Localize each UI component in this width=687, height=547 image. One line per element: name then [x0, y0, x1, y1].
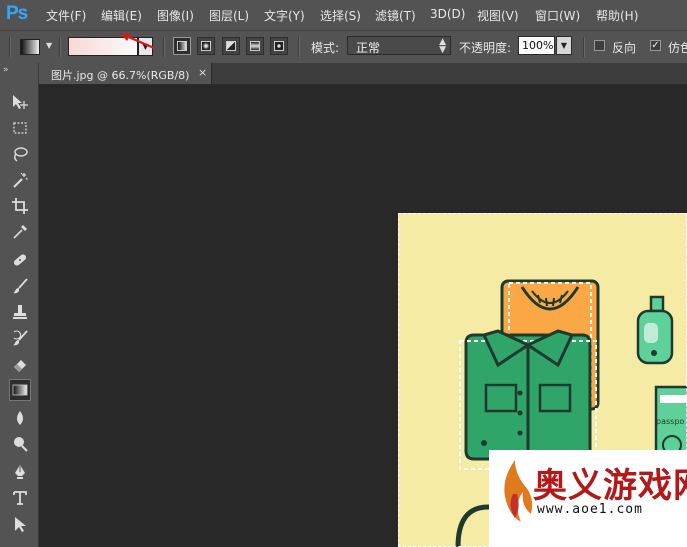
brush-tool[interactable] [9, 275, 31, 297]
menu-layer[interactable]: 图层(L) [209, 7, 249, 24]
reflected-gradient-button[interactable] [246, 37, 264, 55]
flame-logo-icon [504, 460, 533, 522]
watermark-text: 奥义游戏网 [533, 466, 687, 506]
marquee-tool[interactable] [9, 117, 31, 139]
marquee-icon [13, 122, 27, 134]
menu-filter[interactable]: 滤镜(T) [375, 7, 416, 24]
opacity-label: 不透明度: [459, 41, 512, 55]
linear-gradient-icon [177, 41, 187, 51]
type-icon [13, 491, 27, 505]
opacity-input[interactable]: 100% [518, 36, 555, 55]
menu-edit[interactable]: 编辑(E) [101, 7, 142, 24]
reflected-gradient-icon [250, 41, 260, 51]
menu-window[interactable]: 窗口(W) [535, 7, 580, 24]
dither-checkbox[interactable]: ✓ [650, 40, 661, 51]
opacity-value: 100% [522, 39, 554, 52]
divider [298, 37, 300, 57]
radial-gradient-button[interactable] [197, 37, 215, 55]
watermark-url: www.aoe1.com [537, 502, 643, 517]
menu-view[interactable]: 视图(V) [477, 7, 519, 24]
reverse-label: 反向 [612, 41, 637, 55]
diamond-gradient-button[interactable] [270, 37, 288, 55]
radial-gradient-icon [201, 41, 211, 51]
move-icon [13, 95, 28, 109]
dodge-tool[interactable] [9, 433, 31, 455]
healing-brush-icon [13, 254, 27, 266]
angle-gradient-button[interactable] [222, 37, 240, 55]
mode-value: 正常 [356, 41, 381, 55]
type-tool[interactable] [9, 487, 31, 509]
magic-wand-icon [13, 172, 28, 188]
divider [163, 37, 165, 57]
dither-label: 仿色 [668, 41, 687, 55]
options-grip [9, 37, 11, 57]
eraser-icon [14, 360, 26, 372]
healing-brush-tool[interactable] [9, 249, 31, 271]
pen-icon [15, 465, 25, 479]
menu-image[interactable]: 图像(I) [157, 7, 194, 24]
brush-icon [13, 278, 28, 294]
lasso-icon [14, 147, 28, 162]
menu-file[interactable]: 文件(F) [46, 7, 86, 24]
options-bar: ▼ ▼ 模式: 正常 ▲ ▼ 不透明度: 100% ▼ 反向 ✓ 仿色 [0, 30, 687, 63]
eraser-tool[interactable] [9, 353, 31, 375]
close-icon[interactable]: × [198, 66, 207, 79]
linear-gradient-button[interactable] [173, 37, 191, 55]
reverse-checkbox[interactable] [594, 40, 605, 51]
menu-type[interactable]: 文字(Y) [264, 7, 305, 24]
path-selection-icon [15, 517, 26, 532]
menu-select[interactable]: 选择(S) [320, 7, 361, 24]
tool-preset-chevron-icon[interactable]: ▼ [46, 41, 52, 50]
toolbox: » [0, 63, 39, 547]
gradient-tool[interactable] [9, 379, 31, 401]
crop-icon [12, 198, 28, 214]
divider [59, 37, 61, 57]
eyedropper-tool[interactable] [9, 221, 31, 243]
angle-gradient-icon [226, 41, 236, 51]
crop-tool[interactable] [9, 195, 31, 217]
clone-stamp-icon [13, 305, 27, 319]
menu-3d[interactable]: 3D(D) [430, 7, 465, 21]
lasso-tool[interactable] [9, 143, 31, 165]
dodge-icon [14, 437, 28, 452]
collapse-toolbox-icon[interactable]: » [3, 65, 8, 75]
mode-label: 模式: [311, 41, 340, 55]
history-brush-icon [13, 330, 28, 346]
magic-wand-tool[interactable] [9, 169, 31, 191]
menu-bar: Ps 文件(F) 编辑(E) 图像(I) 图层(L) 文字(Y) 选择(S) 滤… [0, 0, 687, 30]
gradient-tool-preset-icon[interactable] [20, 39, 40, 55]
eyedropper-icon [13, 225, 27, 239]
mode-select[interactable]: 正常 ▲ ▼ [347, 36, 451, 55]
stepper-icon: ▲ ▼ [439, 37, 446, 55]
photoshop-logo: Ps [6, 3, 28, 24]
opacity-slider-chevron-icon[interactable]: ▼ [556, 36, 572, 55]
divider [583, 37, 585, 57]
diamond-gradient-icon [274, 41, 284, 51]
blur-icon [17, 411, 23, 425]
gradient-icon [12, 384, 28, 396]
pen-tool[interactable] [9, 461, 31, 483]
annotation-arrow-icon [120, 33, 155, 50]
document-tab[interactable]: 图片.jpg @ 66.7%(RGB/8) × [39, 63, 212, 84]
history-brush-tool[interactable] [9, 327, 31, 349]
watermark: 奥义游戏网 www.aoe1.com [489, 450, 687, 547]
path-selection-tool[interactable] [9, 513, 31, 535]
document-tab-title: 图片.jpg @ 66.7%(RGB/8) [51, 69, 190, 82]
document-tab-bar: 图片.jpg @ 66.7%(RGB/8) × [39, 63, 687, 85]
clone-stamp-tool[interactable] [9, 301, 31, 323]
blur-tool[interactable] [9, 407, 31, 429]
menu-help[interactable]: 帮助(H) [596, 7, 638, 24]
move-tool[interactable] [9, 91, 31, 113]
